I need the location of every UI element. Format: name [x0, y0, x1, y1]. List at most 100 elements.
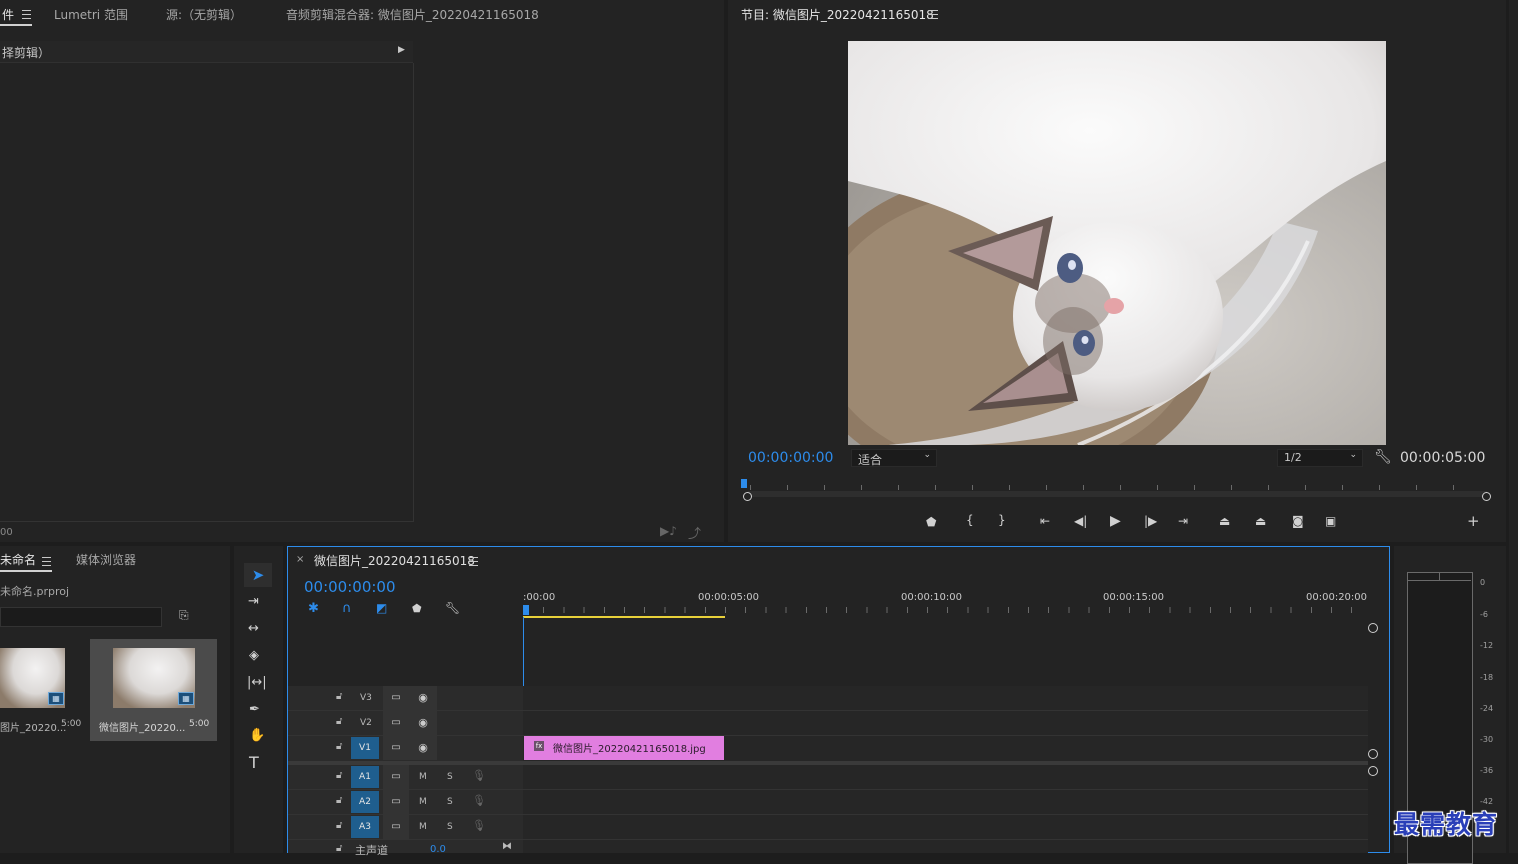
- snap-magnet-icon[interactable]: ∩: [342, 602, 352, 615]
- lock-icon[interactable]: 🔓︎: [336, 843, 342, 854]
- lock-icon[interactable]: 🔓︎: [336, 716, 342, 727]
- close-icon[interactable]: ×: [296, 554, 304, 565]
- master-volume-value[interactable]: 0.0: [430, 844, 446, 855]
- track-label-v3[interactable]: V3: [360, 693, 372, 703]
- zoom-start-handle[interactable]: [743, 492, 752, 501]
- eye-icon[interactable]: ◉: [409, 736, 437, 760]
- program-panel: 节目: 微信图片_20220421165018 00:00:00:00 适合 ⌄…: [728, 0, 1506, 542]
- microphone-icon[interactable]: 🎙︎: [472, 819, 486, 832]
- mute-button[interactable]: M: [419, 797, 427, 807]
- ruler-label: 00:00:15:00: [1103, 592, 1165, 603]
- razor-tool-icon[interactable]: ◈: [249, 649, 259, 662]
- linked-selection-icon[interactable]: ◩: [376, 602, 387, 614]
- sync-lock-icon[interactable]: ▭: [383, 765, 409, 789]
- tab-source[interactable]: 源:（无剪辑）: [166, 6, 242, 23]
- ripple-edit-tool-icon[interactable]: ↔: [248, 622, 259, 635]
- panel-menu-icon[interactable]: [42, 557, 51, 566]
- export-audio-icon[interactable]: ▶♪: [660, 524, 677, 538]
- sync-lock-icon[interactable]: ▭: [383, 815, 409, 839]
- sync-lock-icon[interactable]: ▭: [383, 711, 409, 735]
- zoom-fit-dropdown[interactable]: 适合 ⌄: [851, 449, 937, 467]
- sync-lock-icon[interactable]: ▭: [383, 736, 409, 760]
- add-marker-icon[interactable]: ⬟: [412, 603, 422, 614]
- mark-in-icon[interactable]: {: [966, 514, 974, 526]
- nest-sequence-icon[interactable]: ✱: [308, 602, 319, 615]
- sync-lock-icon[interactable]: ▭: [383, 686, 409, 710]
- eye-icon[interactable]: ◉: [409, 686, 437, 710]
- track-target-a1[interactable]: A1: [351, 766, 379, 788]
- lock-icon[interactable]: 🔓︎: [336, 820, 342, 831]
- panel-menu-icon[interactable]: [469, 557, 478, 566]
- lock-icon[interactable]: 🔓︎: [336, 741, 342, 752]
- track-target-a2[interactable]: A2: [351, 791, 379, 813]
- video-scroll-bottom-handle[interactable]: [1368, 749, 1378, 759]
- solo-button[interactable]: S: [447, 772, 453, 782]
- tab-media-browser[interactable]: 媒体浏览器: [76, 551, 136, 568]
- panel-menu-icon[interactable]: [929, 10, 938, 19]
- tab-project[interactable]: 未命名: [0, 551, 36, 568]
- add-marker-icon[interactable]: ⬟: [926, 516, 936, 528]
- program-time-ruler[interactable]: [741, 476, 1491, 502]
- panel-menu-icon[interactable]: [22, 10, 31, 19]
- track-select-tool-icon[interactable]: ⇥: [248, 595, 259, 608]
- track-target-v1[interactable]: V1: [351, 737, 379, 759]
- tab-project-effects[interactable]: 件: [2, 6, 14, 23]
- track-row-v2: [288, 711, 1368, 736]
- project-item-selected[interactable]: ▦ 微信图片_20220... 5:00: [90, 639, 217, 741]
- clip-selector[interactable]: 择剪辑） ▶: [0, 41, 413, 63]
- hand-tool-icon[interactable]: ✋: [249, 729, 265, 742]
- wrench-icon[interactable]: 🔧︎: [1374, 449, 1392, 465]
- extract-icon[interactable]: ⏏: [1255, 515, 1266, 527]
- microphone-icon[interactable]: 🎙︎: [472, 794, 486, 807]
- video-clip[interactable]: fx 微信图片_20220421165018.jpg: [524, 736, 724, 760]
- camera-icon[interactable]: ◙: [1292, 515, 1304, 527]
- zoom-end-handle[interactable]: [1482, 492, 1491, 501]
- program-current-time[interactable]: 00:00:00:00: [748, 450, 833, 466]
- track-target-a3[interactable]: A3: [351, 816, 379, 838]
- compare-view-icon[interactable]: ▣: [1325, 515, 1336, 527]
- work-area-bar[interactable]: [523, 616, 725, 618]
- solo-button[interactable]: S: [447, 797, 453, 807]
- playhead-handle[interactable]: [741, 479, 747, 488]
- sequence-tab[interactable]: 微信图片_20220421165018: [314, 552, 475, 569]
- program-title[interactable]: 节目: 微信图片_20220421165018: [741, 6, 934, 23]
- timeline-settings-wrench-icon[interactable]: 🔧︎: [445, 602, 460, 614]
- add-button-icon[interactable]: +: [1467, 514, 1480, 529]
- type-tool-icon[interactable]: T: [249, 755, 259, 771]
- export-icon[interactable]: ⤴: [688, 523, 701, 542]
- go-to-in-icon[interactable]: ⇤: [1040, 515, 1050, 527]
- microphone-icon[interactable]: 🎙︎: [472, 769, 486, 782]
- new-bin-icon[interactable]: ⎘: [179, 608, 189, 623]
- lock-icon[interactable]: 🔓︎: [336, 770, 342, 781]
- project-search-input[interactable]: [0, 607, 162, 627]
- pen-tool-icon[interactable]: ✒: [249, 703, 260, 716]
- solo-button[interactable]: S: [447, 822, 453, 832]
- step-back-icon[interactable]: ◀|: [1074, 515, 1087, 527]
- timeline-timecode[interactable]: 00:00:00:00: [304, 578, 396, 596]
- step-forward-icon[interactable]: |▶: [1144, 515, 1157, 527]
- sync-lock-icon[interactable]: ▭: [383, 790, 409, 814]
- resolution-dropdown[interactable]: 1/2 ⌄: [1277, 449, 1363, 467]
- chevron-right-icon[interactable]: ▶: [398, 45, 405, 55]
- ruler-ticks: [523, 607, 1370, 613]
- mute-button[interactable]: M: [419, 822, 427, 832]
- slip-tool-icon[interactable]: |↔|: [247, 676, 267, 689]
- lock-icon[interactable]: 🔓︎: [336, 795, 342, 806]
- mute-button[interactable]: M: [419, 772, 427, 782]
- tab-lumetri-scopes[interactable]: Lumetri 范围: [54, 6, 128, 23]
- playhead[interactable]: [523, 605, 529, 615]
- go-to-out-icon[interactable]: ⇥: [1178, 515, 1188, 527]
- video-scroll-top-handle[interactable]: [1368, 623, 1378, 633]
- lock-icon[interactable]: 🔓︎: [336, 691, 342, 702]
- tab-audio-clip-mixer[interactable]: 音频剪辑混合器: 微信图片_20220421165018: [286, 6, 539, 23]
- audio-scroll-top-handle[interactable]: [1368, 766, 1378, 776]
- mark-out-icon[interactable]: }: [998, 514, 1006, 526]
- program-monitor-frame[interactable]: [848, 41, 1386, 445]
- lift-icon[interactable]: ⏏: [1219, 515, 1230, 527]
- selection-tool-icon[interactable]: ➤: [244, 563, 272, 587]
- go-to-end-icon[interactable]: ⧓: [502, 841, 512, 852]
- track-label-v2[interactable]: V2: [360, 718, 372, 728]
- eye-icon[interactable]: ◉: [409, 711, 437, 735]
- play-icon[interactable]: ▶: [1110, 514, 1121, 528]
- project-item[interactable]: ▦ 图片_20220... 5:00: [0, 639, 86, 739]
